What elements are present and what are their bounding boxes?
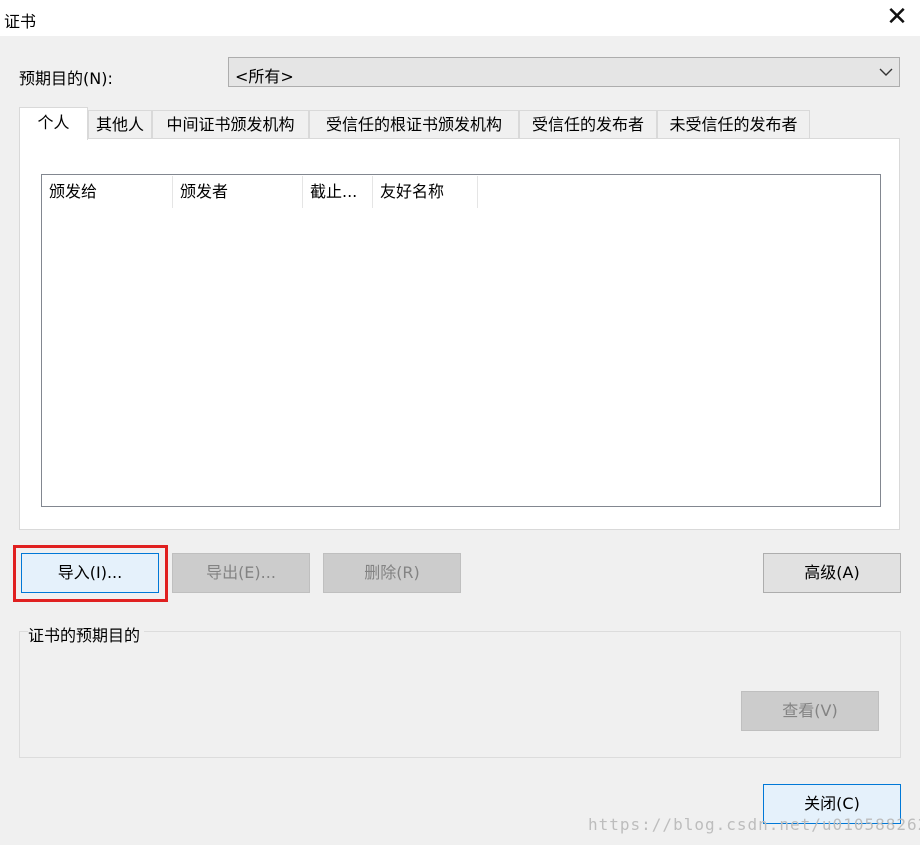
title-bar: 证书 ✕ — [0, 0, 920, 36]
close-icon[interactable]: ✕ — [880, 0, 914, 36]
tab-panel: 颁发给 颁发者 截止... 友好名称 — [19, 138, 900, 530]
advanced-button[interactable]: 高级(A) — [763, 553, 901, 593]
export-button[interactable]: 导出(E)... — [172, 553, 310, 593]
group-label: 证书的预期目的 — [28, 622, 145, 646]
certificate-list[interactable]: 颁发给 颁发者 截止... 友好名称 — [41, 174, 881, 507]
column-issued-by[interactable]: 颁发者 — [173, 176, 303, 208]
column-expiration[interactable]: 截止... — [303, 176, 373, 208]
tab-other-people[interactable]: 其他人 — [88, 110, 152, 138]
chevron-down-icon — [879, 68, 893, 76]
delete-button[interactable]: 删除(R) — [323, 553, 461, 593]
purpose-dropdown[interactable]: <所有> — [228, 57, 900, 87]
tab-untrusted-publishers[interactable]: 未受信任的发布者 — [657, 110, 810, 138]
tab-personal[interactable]: 个人 — [19, 107, 88, 140]
column-issued-to[interactable]: 颁发给 — [42, 176, 173, 208]
tab-trusted-root-ca[interactable]: 受信任的根证书颁发机构 — [309, 110, 519, 138]
watermark: https://blog.csdn.net/u010588262 — [588, 815, 920, 834]
tab-trusted-publishers[interactable]: 受信任的发布者 — [519, 110, 657, 138]
tab-intermediate-ca[interactable]: 中间证书颁发机构 — [152, 110, 309, 138]
purpose-dropdown-value: <所有> — [235, 67, 294, 86]
window-title: 证书 — [4, 12, 37, 31]
column-friendly-name[interactable]: 友好名称 — [373, 176, 478, 208]
highlight-annotation — [13, 545, 168, 602]
view-button[interactable]: 查看(V) — [741, 691, 879, 731]
purpose-label: 预期目的(N): — [19, 69, 113, 88]
